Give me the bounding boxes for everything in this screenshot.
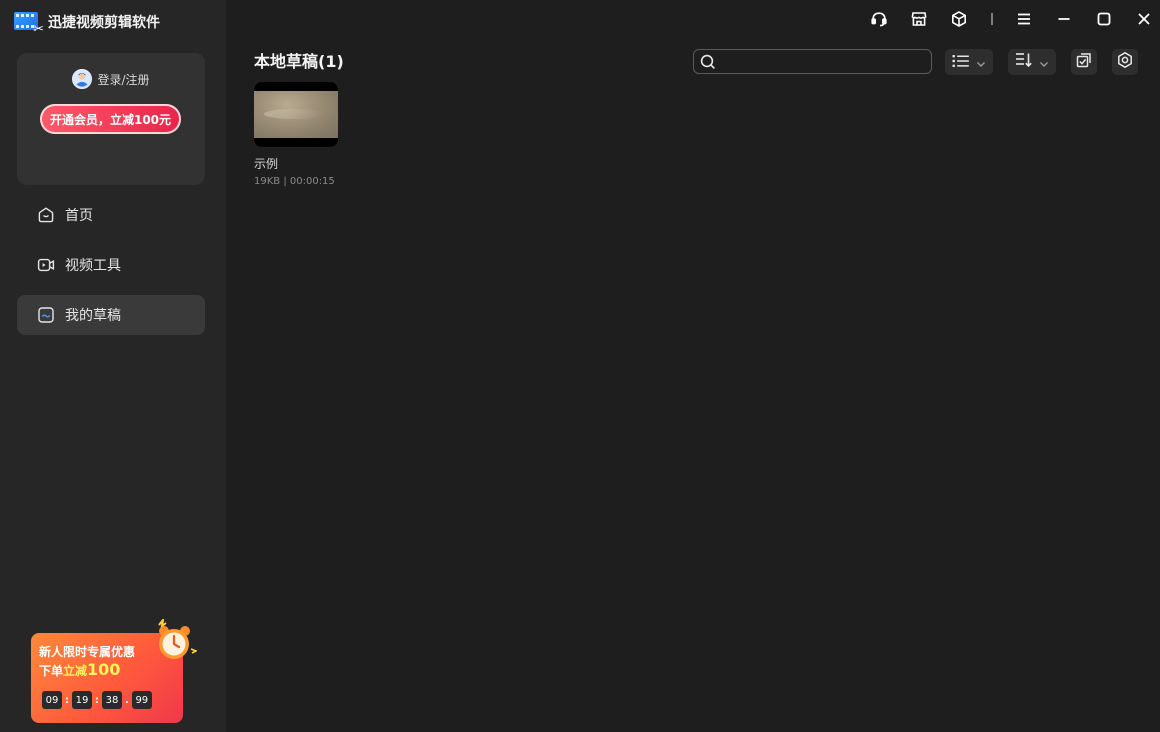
home-icon [37, 206, 55, 224]
timer-seconds: 38 [102, 691, 122, 709]
promo-highlight: 立减 [63, 664, 88, 678]
promo-title: 新人限时专属优惠 [39, 645, 136, 659]
promo-amount: 100 [87, 660, 121, 679]
sidebar-item-video-tools[interactable]: 视频工具 [17, 245, 205, 285]
checkbox-multi-icon [1075, 51, 1093, 73]
sidebar-nav: 首页 视频工具 我的草稿 [17, 195, 205, 345]
chevron-down-icon [1039, 53, 1049, 72]
minimize-icon[interactable] [1054, 9, 1074, 29]
timer-centiseconds: 99 [131, 691, 152, 709]
search-icon [700, 54, 716, 74]
cube-icon[interactable] [949, 9, 969, 29]
sort-icon [1015, 52, 1033, 72]
app-logo-icon: ✂ [14, 10, 44, 36]
promo-banner[interactable]: 新人限时专属优惠 下单立减100 09 : 19 : 38 . 99 [31, 616, 198, 723]
search-box[interactable] [693, 49, 932, 74]
headset-icon[interactable] [869, 9, 889, 29]
close-icon[interactable] [1134, 9, 1154, 29]
sidebar-item-home[interactable]: 首页 [17, 195, 205, 235]
draft-icon [37, 306, 55, 324]
user-card: 登录/注册 开通会员，立减100元 [17, 53, 205, 185]
sidebar-item-my-drafts[interactable]: 我的草稿 [17, 295, 205, 335]
video-camera-icon [37, 256, 55, 274]
vip-upgrade-button[interactable]: 开通会员，立减100元 [40, 104, 181, 134]
sidebar-item-label: 我的草稿 [65, 308, 121, 324]
settings-icon [1116, 51, 1134, 73]
sort-dropdown[interactable] [1008, 49, 1056, 75]
app-window: ✂ 迅捷视频剪辑软件 登录/注册 开通会员，立减100元 首页 视频工具 我的草… [0, 0, 1160, 732]
store-icon[interactable] [909, 9, 929, 29]
batch-select-button[interactable] [1071, 49, 1097, 75]
draft-thumbnail[interactable] [254, 82, 338, 147]
menu-icon[interactable] [1014, 9, 1034, 29]
login-link[interactable]: 登录/注册 [17, 69, 205, 89]
divider [982, 9, 1002, 29]
settings-button[interactable] [1112, 49, 1138, 75]
promo-prefix: 下单 [39, 664, 64, 678]
draft-meta: 19KB | 00:00:15 [254, 176, 335, 187]
title-bar [226, 0, 1160, 38]
sidebar-item-label: 首页 [65, 208, 93, 224]
maximize-icon[interactable] [1094, 9, 1114, 29]
draft-name: 示例 [254, 157, 279, 171]
brand: ✂ 迅捷视频剪辑软件 [14, 10, 160, 36]
sidebar: ✂ 迅捷视频剪辑软件 登录/注册 开通会员，立减100元 首页 视频工具 我的草… [0, 0, 226, 732]
list-view-icon [952, 53, 970, 72]
timer-hours: 09 [42, 691, 62, 709]
login-label: 登录/注册 [97, 72, 150, 87]
draft-card[interactable]: 示例 19KB | 00:00:15 [254, 82, 338, 187]
page-title: 本地草稿(1) [254, 52, 344, 71]
countdown-timer: 09 : 19 : 38 . 99 [42, 691, 152, 709]
timer-minutes: 19 [72, 691, 92, 709]
promo-subtitle: 下单立减100 [39, 660, 120, 679]
chevron-down-icon [976, 53, 986, 72]
view-mode-dropdown[interactable] [945, 49, 993, 75]
alarm-clock-icon [151, 616, 198, 665]
search-input[interactable] [720, 52, 925, 71]
sidebar-item-label: 视频工具 [65, 258, 121, 274]
app-name: 迅捷视频剪辑软件 [48, 15, 160, 31]
avatar-icon [72, 69, 93, 89]
